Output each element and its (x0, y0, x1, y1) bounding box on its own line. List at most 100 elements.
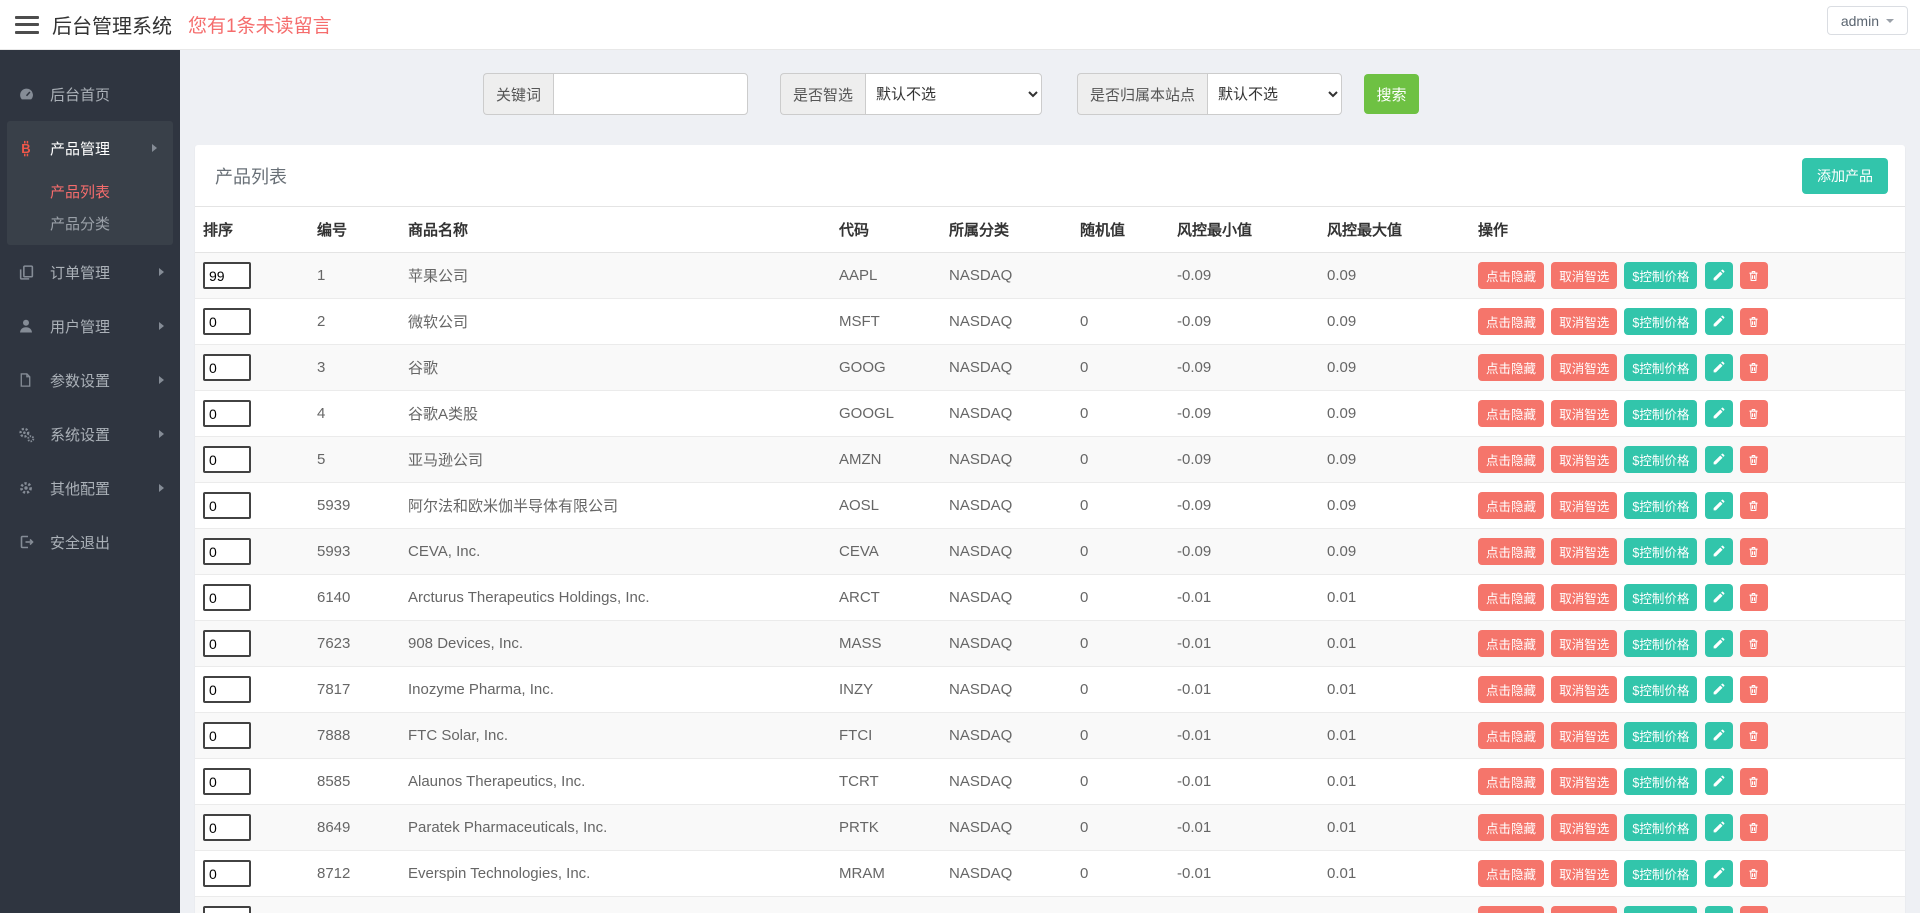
hide-button[interactable]: 点击隐藏 (1478, 446, 1544, 473)
sort-input[interactable] (203, 308, 251, 335)
cancel-smart-button[interactable]: 取消智选 (1551, 722, 1617, 749)
control-price-button[interactable]: $控制价格 (1624, 308, 1697, 335)
admin-dropdown[interactable]: admin (1827, 6, 1908, 35)
delete-button[interactable] (1740, 584, 1768, 611)
sidebar-item-product-list[interactable]: 产品列表 (7, 175, 173, 207)
edit-button[interactable] (1705, 400, 1733, 427)
delete-button[interactable] (1740, 860, 1768, 887)
edit-button[interactable] (1705, 446, 1733, 473)
control-price-button[interactable]: $控制价格 (1624, 492, 1697, 519)
delete-button[interactable] (1740, 676, 1768, 703)
sidebar-item-logout[interactable]: 安全退出 (0, 515, 180, 569)
sort-input[interactable] (203, 676, 251, 703)
edit-button[interactable] (1705, 814, 1733, 841)
hide-button[interactable]: 点击隐藏 (1478, 814, 1544, 841)
delete-button[interactable] (1740, 400, 1768, 427)
sort-input[interactable] (203, 538, 251, 565)
control-price-button[interactable]: $控制价格 (1624, 768, 1697, 795)
hide-button[interactable]: 点击隐藏 (1478, 308, 1544, 335)
cancel-smart-button[interactable]: 取消智选 (1551, 860, 1617, 887)
delete-button[interactable] (1740, 354, 1768, 381)
control-price-button[interactable]: $控制价格 (1624, 676, 1697, 703)
sidebar-item-home[interactable]: 后台首页 (0, 67, 180, 121)
sidebar-item-other-config[interactable]: 其他配置 (0, 461, 180, 515)
sort-input[interactable] (203, 400, 251, 427)
cancel-smart-button[interactable]: 取消智选 (1551, 262, 1617, 289)
cancel-smart-button[interactable]: 取消智选 (1551, 446, 1617, 473)
sort-input[interactable] (203, 630, 251, 657)
hide-button[interactable]: 点击隐藏 (1478, 630, 1544, 657)
cancel-smart-button[interactable]: 取消智选 (1551, 676, 1617, 703)
sidebar-item-system-settings[interactable]: 系统设置 (0, 407, 180, 461)
sort-input[interactable] (203, 446, 251, 473)
edit-button[interactable] (1705, 492, 1733, 519)
edit-button[interactable] (1705, 538, 1733, 565)
control-price-button[interactable]: $控制价格 (1624, 722, 1697, 749)
delete-button[interactable] (1740, 630, 1768, 657)
hide-button[interactable]: 点击隐藏 (1478, 354, 1544, 381)
cancel-smart-button[interactable]: 取消智选 (1551, 814, 1617, 841)
sidebar-item-orders[interactable]: 订单管理 (0, 245, 180, 299)
delete-button[interactable] (1740, 308, 1768, 335)
edit-button[interactable] (1705, 262, 1733, 289)
hide-button[interactable]: 点击隐藏 (1478, 676, 1544, 703)
sort-input[interactable] (203, 860, 251, 887)
control-price-button[interactable]: $控制价格 (1624, 906, 1697, 913)
sort-input[interactable] (203, 584, 251, 611)
control-price-button[interactable]: $控制价格 (1624, 814, 1697, 841)
delete-button[interactable] (1740, 722, 1768, 749)
sort-input[interactable] (203, 354, 251, 381)
edit-button[interactable] (1705, 584, 1733, 611)
edit-button[interactable] (1705, 860, 1733, 887)
edit-button[interactable] (1705, 676, 1733, 703)
hide-button[interactable]: 点击隐藏 (1478, 906, 1544, 913)
unread-message-notice[interactable]: 您有1条未读留言 (188, 11, 332, 38)
cancel-smart-button[interactable]: 取消智选 (1551, 584, 1617, 611)
control-price-button[interactable]: $控制价格 (1624, 630, 1697, 657)
control-price-button[interactable]: $控制价格 (1624, 262, 1697, 289)
edit-button[interactable] (1705, 722, 1733, 749)
control-price-button[interactable]: $控制价格 (1624, 860, 1697, 887)
hide-button[interactable]: 点击隐藏 (1478, 860, 1544, 887)
control-price-button[interactable]: $控制价格 (1624, 538, 1697, 565)
cancel-smart-button[interactable]: 取消智选 (1551, 538, 1617, 565)
delete-button[interactable] (1740, 814, 1768, 841)
sort-input[interactable] (203, 906, 251, 913)
hide-button[interactable]: 点击隐藏 (1478, 538, 1544, 565)
cancel-smart-button[interactable]: 取消智选 (1551, 492, 1617, 519)
sidebar-item-users[interactable]: 用户管理 (0, 299, 180, 353)
hide-button[interactable]: 点击隐藏 (1478, 262, 1544, 289)
sidebar-item-parameters[interactable]: 参数设置 (0, 353, 180, 407)
edit-button[interactable] (1705, 906, 1733, 913)
sort-input[interactable] (203, 262, 251, 289)
delete-button[interactable] (1740, 768, 1768, 795)
edit-button[interactable] (1705, 354, 1733, 381)
sort-input[interactable] (203, 814, 251, 841)
hide-button[interactable]: 点击隐藏 (1478, 492, 1544, 519)
control-price-button[interactable]: $控制价格 (1624, 446, 1697, 473)
sidebar-item-product-manage[interactable]: B 产品管理 (7, 121, 173, 175)
delete-button[interactable] (1740, 262, 1768, 289)
edit-button[interactable] (1705, 768, 1733, 795)
cancel-smart-button[interactable]: 取消智选 (1551, 354, 1617, 381)
add-product-button[interactable]: 添加产品 (1802, 158, 1888, 194)
hide-button[interactable]: 点击隐藏 (1478, 400, 1544, 427)
sort-input[interactable] (203, 492, 251, 519)
edit-button[interactable] (1705, 630, 1733, 657)
delete-button[interactable] (1740, 538, 1768, 565)
control-price-button[interactable]: $控制价格 (1624, 584, 1697, 611)
delete-button[interactable] (1740, 446, 1768, 473)
search-button[interactable]: 搜索 (1364, 74, 1419, 114)
edit-button[interactable] (1705, 308, 1733, 335)
cancel-smart-button[interactable]: 取消智选 (1551, 308, 1617, 335)
sidebar-item-product-category[interactable]: 产品分类 (7, 207, 173, 239)
menu-toggle-icon[interactable] (15, 16, 39, 34)
cancel-smart-button[interactable]: 取消智选 (1551, 768, 1617, 795)
control-price-button[interactable]: $控制价格 (1624, 354, 1697, 381)
sort-input[interactable] (203, 722, 251, 749)
hide-button[interactable]: 点击隐藏 (1478, 768, 1544, 795)
delete-button[interactable] (1740, 906, 1768, 913)
sort-input[interactable] (203, 768, 251, 795)
cancel-smart-button[interactable]: 取消智选 (1551, 906, 1617, 913)
cancel-smart-button[interactable]: 取消智选 (1551, 400, 1617, 427)
